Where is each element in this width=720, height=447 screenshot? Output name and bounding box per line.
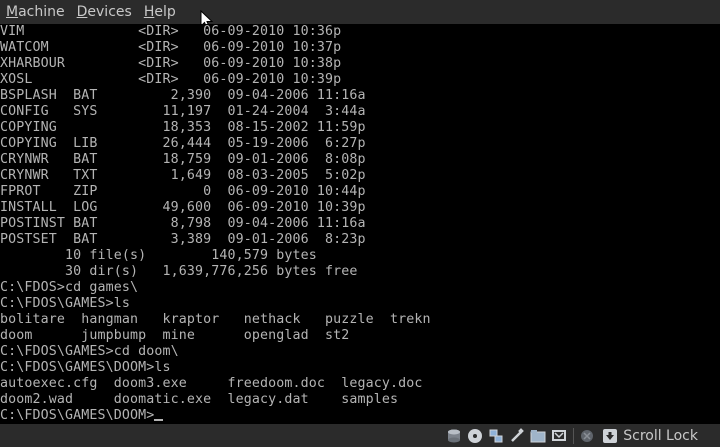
optical-disc-icon[interactable] <box>467 428 483 444</box>
console-output: VIM <DIR> 06-09-2010 10:36p WATCOM <DIR> … <box>0 24 720 424</box>
console-line: COPYING LIB 26,444 05-19-2006 6:27p <box>0 136 366 151</box>
menu-machine-accel: M <box>6 4 19 20</box>
console-line: C:\FDOS>cd games\ <box>0 280 139 295</box>
console-line: C:\FDOS\GAMES>ls <box>0 296 131 311</box>
console-prompt: C:\FDOS\GAMES\DOOM> <box>0 408 155 423</box>
console-line: CRYNWR TXT 1,649 08-03-2005 5:02p <box>0 168 366 183</box>
menu-devices[interactable]: Devices <box>71 0 138 24</box>
console-line: VIM <DIR> 06-09-2010 10:36p <box>0 24 342 39</box>
menu-devices-accel: D <box>76 4 88 20</box>
console-line: bolitare hangman kraptor nethack puzzle … <box>0 312 431 327</box>
console-line: XHARBOUR <DIR> 06-09-2010 10:38p <box>0 56 342 71</box>
menu-help[interactable]: Help <box>138 0 182 24</box>
menu-machine-label: achine <box>18 4 65 20</box>
hard-disk-icon[interactable] <box>446 428 462 444</box>
scroll-lock-indicator: Scroll Lock <box>603 428 698 444</box>
console-line: BSPLASH BAT 2,390 09-04-2006 11:16a <box>0 88 366 103</box>
text-cursor <box>154 419 164 421</box>
scroll-lock-label: Scroll Lock <box>623 427 698 444</box>
menu-help-accel: H <box>143 4 155 20</box>
console-line: POSTSET BAT 3,389 09-01-2006 8:23p <box>0 232 366 247</box>
dos-console[interactable]: VIM <DIR> 06-09-2010 10:36p WATCOM <DIR> … <box>0 24 720 424</box>
mouse-integration-icon[interactable] <box>603 428 618 443</box>
menu-help-label: elp <box>154 4 176 20</box>
console-line: C:\FDOS\GAMES\DOOM>ls <box>0 360 171 375</box>
console-prompt-line: C:\FDOS\GAMES\DOOM> <box>0 408 720 424</box>
console-line: CRYNWR BAT 18,759 09-01-2006 8:08p <box>0 152 366 167</box>
console-line: COPYING 18,353 08-15-2002 11:59p <box>0 120 366 135</box>
menu-devices-label: evices <box>87 4 132 20</box>
network-icon[interactable] <box>488 428 504 444</box>
console-line: autoexec.cfg doom3.exe freedoom.doc lega… <box>0 376 423 391</box>
menu-machine[interactable]: Machine <box>0 0 71 24</box>
capture-icon[interactable] <box>579 428 595 444</box>
status-bar: Scroll Lock <box>0 424 720 447</box>
console-line: CONFIG SYS 11,197 01-24-2004 3:44a <box>0 104 366 119</box>
console-line: FPROT ZIP 0 06-09-2010 10:44p <box>0 184 366 199</box>
usb-icon[interactable] <box>509 427 525 444</box>
console-line: WATCOM <DIR> 06-09-2010 10:37p <box>0 40 342 55</box>
status-separator <box>573 427 575 444</box>
console-line: doom2.wad doomatic.exe legacy.dat sample… <box>0 392 399 407</box>
console-line: C:\FDOS\GAMES>cd doom\ <box>0 344 179 359</box>
vm-window: Machine Devices Help VIM <DIR> 06-09-201… <box>0 0 720 447</box>
display-icon[interactable] <box>551 428 567 444</box>
console-line: XOSL <DIR> 06-09-2010 10:39p <box>0 72 342 87</box>
shared-folder-icon[interactable] <box>530 428 546 444</box>
console-line: doom jumpbump mine openglad st2 <box>0 328 350 343</box>
console-line: 10 file(s) 140,579 bytes <box>0 248 317 263</box>
console-line: POSTINST BAT 8,798 09-04-2006 11:16a <box>0 216 366 231</box>
console-line: INSTALL LOG 49,600 06-09-2010 10:39p <box>0 200 366 215</box>
console-line: 30 dir(s) 1,639,776,256 bytes free <box>0 264 358 279</box>
menu-bar: Machine Devices Help <box>0 0 720 24</box>
